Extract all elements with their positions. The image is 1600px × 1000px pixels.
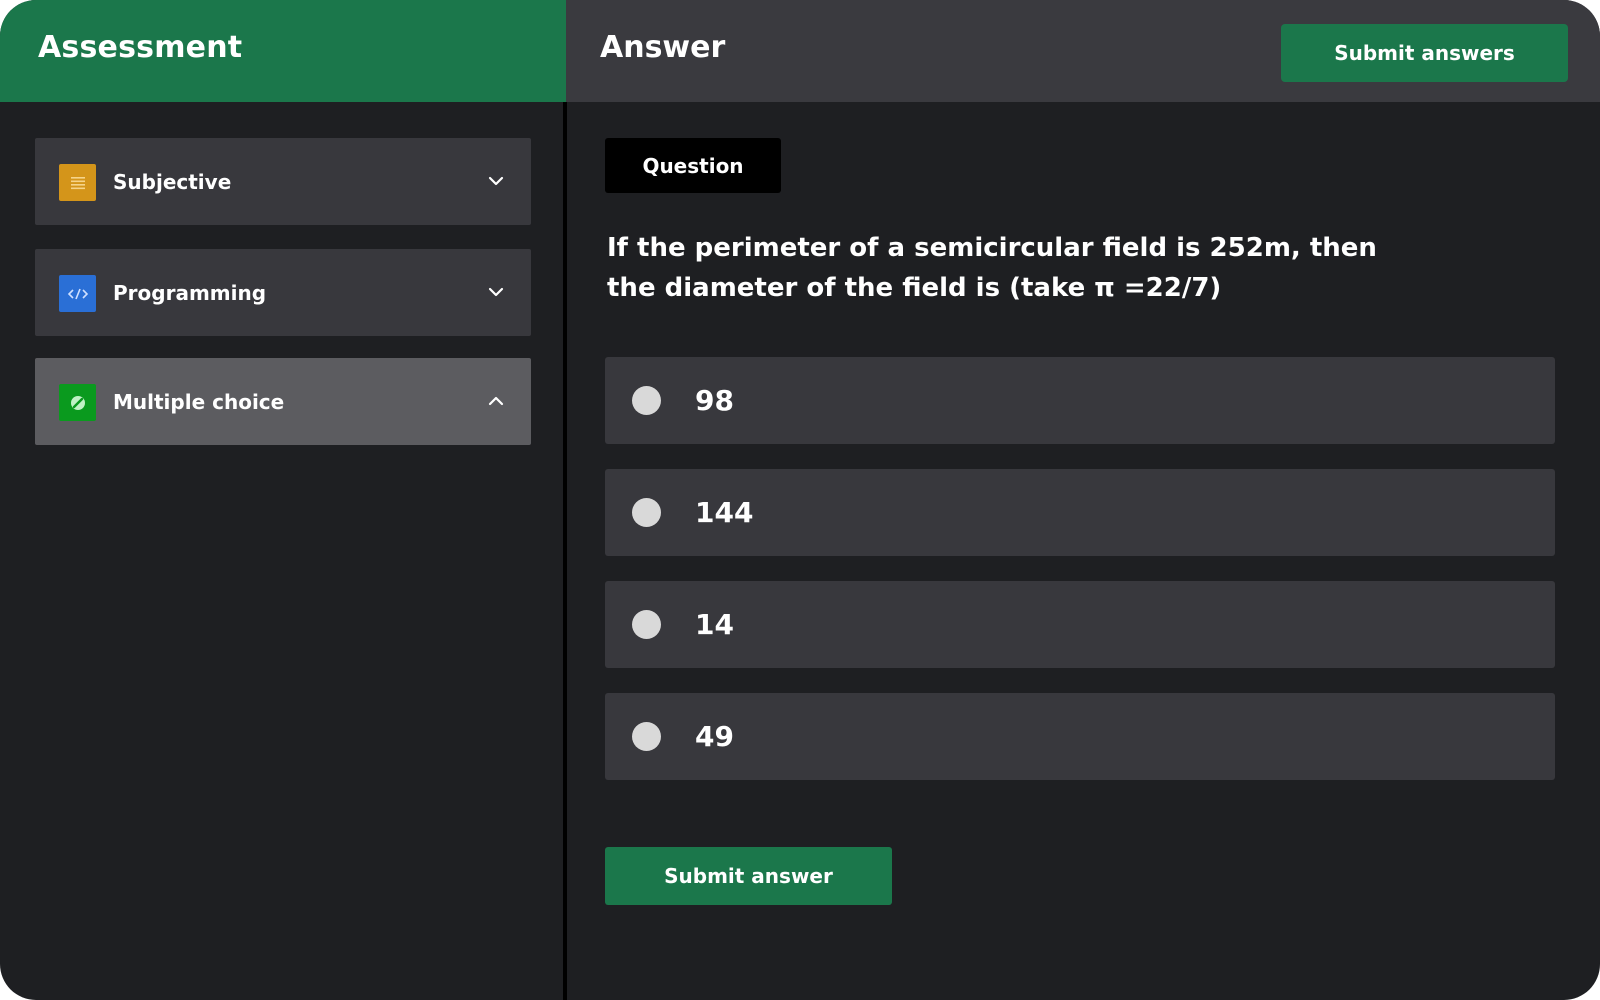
submit-answer-button[interactable]: Submit answer [605, 847, 892, 905]
answer-title: Answer [600, 30, 726, 65]
document-lines-icon [59, 164, 96, 201]
assessment-header: Assessment [0, 0, 566, 102]
option-label: 98 [695, 384, 734, 417]
section-label-multiple-choice: Multiple choice [113, 389, 285, 414]
answer-option[interactable]: 144 [605, 469, 1555, 556]
chevron-up-icon[interactable] [487, 392, 505, 410]
submit-answers-button[interactable]: Submit answers [1281, 24, 1568, 82]
question-tag: Question [605, 138, 781, 193]
chevron-down-icon[interactable] [487, 172, 505, 190]
radio-button[interactable] [632, 386, 661, 415]
answer-option[interactable]: 49 [605, 693, 1555, 780]
chevron-down-icon[interactable] [487, 283, 505, 301]
option-label: 49 [695, 720, 734, 753]
question-text: If the perimeter of a semicircular field… [607, 233, 1377, 303]
answer-option[interactable]: 98 [605, 357, 1555, 444]
section-subjective[interactable]: Subjective [35, 138, 531, 225]
option-label: 144 [695, 496, 754, 529]
section-label-subjective: Subjective [113, 169, 232, 194]
radio-button[interactable] [632, 498, 661, 527]
option-label: 14 [695, 608, 734, 641]
radio-button[interactable] [632, 610, 661, 639]
section-label-programming: Programming [113, 280, 267, 305]
section-programming[interactable]: Programming [35, 249, 531, 336]
app-window: Assessment Answer Submit answers Subject… [0, 0, 1600, 1000]
panel-divider [563, 102, 567, 1000]
code-icon [59, 275, 96, 312]
radio-button[interactable] [632, 722, 661, 751]
assessment-title: Assessment [38, 30, 243, 65]
check-circle-icon [59, 384, 96, 421]
answer-option[interactable]: 14 [605, 581, 1555, 668]
answer-header: Answer Submit answers [566, 0, 1600, 102]
section-multiple-choice[interactable]: Multiple choice [35, 358, 531, 445]
